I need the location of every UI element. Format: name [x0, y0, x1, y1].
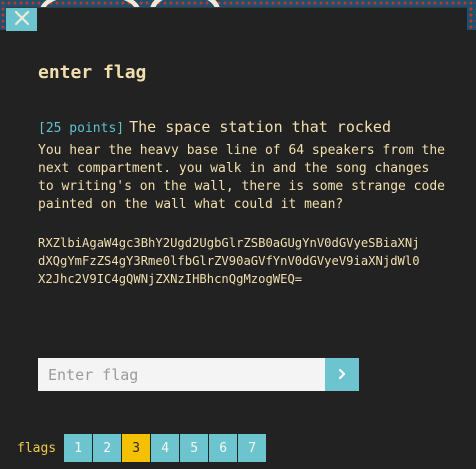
- page-button-1[interactable]: 1: [64, 434, 93, 462]
- page-button-4[interactable]: 4: [151, 434, 180, 462]
- page-button-6[interactable]: 6: [209, 434, 238, 462]
- challenge-description: You hear the heavy base line of 64 speak…: [38, 143, 445, 212]
- page-button-2[interactable]: 2: [93, 434, 122, 462]
- page-button-7[interactable]: 7: [238, 434, 267, 462]
- modal-top-bar: [6, 8, 467, 31]
- close-button[interactable]: [6, 8, 37, 31]
- pager-label: flags: [17, 440, 57, 456]
- challenge-points: [25 points]: [38, 121, 125, 136]
- modal-title: enter flag: [38, 62, 147, 83]
- challenge-title: The space station that rocked: [129, 118, 391, 136]
- challenge-code: RXZlbiAgaW4gc3BhY2Ugd2UgbGlrZSB0aGUgYnV0…: [38, 236, 420, 286]
- page-button-5[interactable]: 5: [180, 434, 209, 462]
- challenge-header: [25 points] The space station that rocke…: [38, 118, 391, 136]
- flag-input[interactable]: [38, 358, 325, 391]
- page-button-3[interactable]: 3: [122, 434, 151, 462]
- submit-flag-button[interactable]: [325, 358, 359, 391]
- flag-modal: enter flag [25 points] The space station…: [6, 7, 467, 466]
- flag-pager: flags 1 2 3 4 5 6 7: [6, 434, 267, 462]
- chevron-right-icon: [336, 365, 348, 384]
- close-icon: [14, 10, 30, 30]
